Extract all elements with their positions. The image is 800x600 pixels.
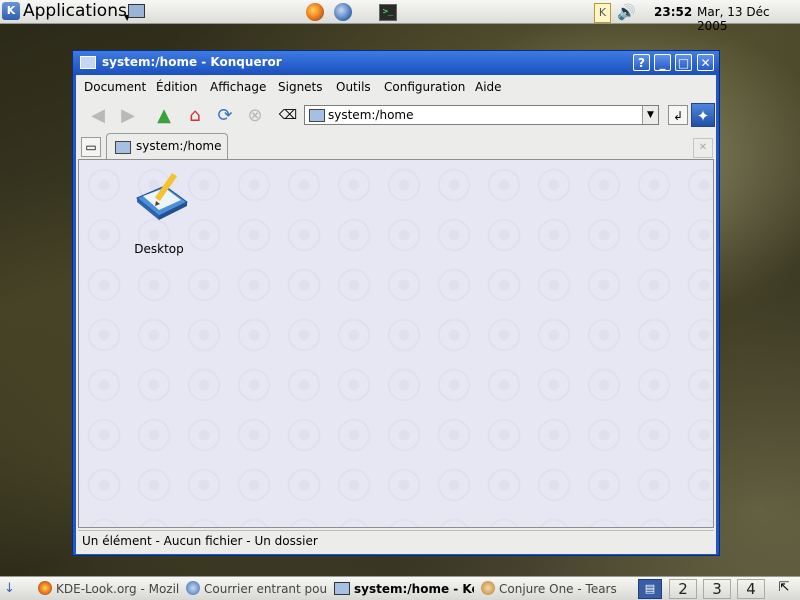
window-title: system:/home - Konqueror [102, 55, 282, 69]
klipper-icon[interactable]: K [594, 3, 611, 23]
kde-menu-icon[interactable]: K [2, 2, 20, 20]
forward-icon[interactable]: ▶ [116, 104, 140, 128]
konqueror-window: system:/home - Konqueror ? _ □ ✕ Documen… [72, 50, 720, 556]
menu-affichage[interactable]: Affichage [210, 80, 266, 94]
task-label: Courrier entrant pour [204, 582, 328, 596]
throbber-icon[interactable]: ✦ [691, 103, 715, 127]
panel-arrow-icon[interactable]: ⇱ [772, 580, 796, 598]
thunderbird-icon [186, 581, 200, 595]
firefox-icon [38, 581, 52, 595]
maximize-button[interactable]: □ [675, 54, 692, 71]
firefox-icon[interactable] [306, 3, 324, 21]
clock[interactable]: 23:52 [654, 5, 692, 19]
menu-configuration[interactable]: Configuration [384, 80, 465, 94]
status-bar: Un élément - Aucun fichier - Un dossier [78, 530, 714, 551]
stop-icon[interactable]: ⊗ [243, 104, 267, 128]
menu-document[interactable]: Document [84, 80, 146, 94]
menu-aide[interactable]: Aide [475, 80, 502, 94]
tab-label: system:/home [136, 139, 222, 153]
window-client: Document Édition Affichage Signets Outil… [76, 75, 716, 554]
reload-icon[interactable]: ⟳ [213, 104, 237, 128]
clear-location-icon[interactable]: ⌫ [276, 104, 300, 128]
menu-edition[interactable]: Édition [156, 80, 198, 94]
task-label: KDE-Look.org - Mozilla Firefox [56, 582, 180, 596]
close-button[interactable]: ✕ [697, 54, 714, 71]
desktop-folder-label: Desktop [134, 242, 184, 256]
window-titlebar[interactable]: system:/home - Konqueror ? _ □ ✕ [73, 51, 719, 75]
status-text: Un élément - Aucun fichier - Un dossier [82, 534, 318, 548]
pager-desktop-1[interactable]: ▤ [638, 579, 662, 599]
pager-desktop-2[interactable]: 2 [669, 579, 697, 599]
bottom-panel: ↓ KDE-Look.org - Mozilla Firefox Courrie… [0, 576, 800, 600]
date[interactable]: Mar, 13 Déc 2005 [697, 5, 800, 33]
show-desktop-icon[interactable]: ↓ [4, 581, 20, 597]
window-icon[interactable] [80, 56, 96, 69]
applications-menu[interactable]: Applications [23, 1, 127, 21]
back-icon[interactable]: ◀ [86, 104, 110, 128]
menubar: Document Édition Affichage Signets Outil… [76, 75, 716, 99]
location-input[interactable]: system:/home ▼ [304, 105, 659, 125]
pager-desktop-4[interactable]: 4 [737, 579, 765, 599]
volume-icon[interactable]: 🔊 [617, 3, 636, 21]
chevron-down-icon[interactable]: ▼ [642, 106, 658, 124]
player-icon [481, 581, 495, 595]
help-button[interactable]: ? [633, 54, 650, 71]
computer-icon [309, 109, 325, 122]
file-view[interactable]: Desktop [78, 159, 714, 528]
computer-icon [115, 141, 131, 154]
menu-signets[interactable]: Signets [278, 80, 323, 94]
thunderbird-icon[interactable] [334, 3, 352, 21]
top-panel: K Applications ▼ >_ K 🔊 23:52 Mar, 13 Dé… [0, 0, 800, 33]
desktop-folder[interactable]: Desktop [123, 168, 195, 258]
location-text[interactable]: system:/home [328, 108, 414, 122]
menu-outils[interactable]: Outils [336, 80, 371, 94]
tab-system-home[interactable]: system:/home [106, 133, 228, 159]
taskbar-item-player[interactable]: Conjure One - Tears [481, 578, 633, 600]
konqueror-icon [334, 582, 350, 595]
go-icon[interactable]: ↲ [668, 105, 688, 125]
toolbar: ◀ ▶ ▲ ⌂ ⟳ ⊗ ⌫ system:/home ▼ ↲ ✦ [76, 101, 716, 131]
task-label: Conjure One - Tears [499, 582, 617, 596]
new-tab-icon[interactable]: ▭ [81, 137, 101, 157]
taskbar-item-konqueror[interactable]: system:/home - Konqueror [334, 578, 474, 600]
desktop-folder-icon [129, 168, 189, 230]
up-icon[interactable]: ▲ [152, 104, 176, 128]
minimize-button[interactable]: _ [654, 54, 671, 71]
taskbar-item-firefox[interactable]: KDE-Look.org - Mozilla Firefox [38, 578, 180, 600]
pager-desktop-3[interactable]: 3 [703, 579, 731, 599]
tab-bar: ▭ system:/home ✕ [76, 133, 716, 159]
terminal-icon[interactable]: >_ [379, 4, 397, 21]
close-tab-icon[interactable]: ✕ [693, 138, 713, 158]
home-icon[interactable]: ⌂ [183, 104, 207, 128]
task-label: system:/home - Konqueror [354, 582, 474, 596]
show-desktop-icon[interactable] [128, 4, 145, 18]
taskbar-item-thunderbird[interactable]: Courrier entrant pour [186, 578, 328, 600]
